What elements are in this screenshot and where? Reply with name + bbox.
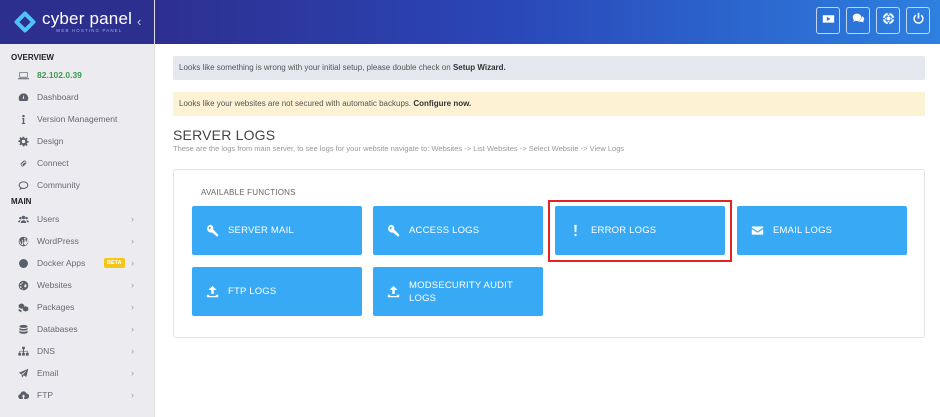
info-icon xyxy=(18,114,29,125)
sidebar-item-ip[interactable]: 82.102.0.39 xyxy=(0,64,154,86)
sidebar-item-label: Packages xyxy=(37,302,75,312)
docker-icon xyxy=(18,258,29,269)
paper-plane-icon xyxy=(18,368,29,379)
sidebar-item-databases[interactable]: Databases › xyxy=(0,318,154,340)
sidebar-collapse-button[interactable]: ‹ xyxy=(137,14,141,29)
logout-button[interactable] xyxy=(906,7,930,34)
sidebar: cyber panel WEB HOSTING PANEL ‹ OVERVIEW… xyxy=(0,0,155,417)
sidebar-item-label: FTP xyxy=(37,390,54,400)
power-icon xyxy=(912,12,925,30)
key-icon xyxy=(386,224,400,238)
sidebar-item-label: Connect xyxy=(37,158,69,168)
sidebar-item-email[interactable]: Email › xyxy=(0,362,154,384)
modsec-line2: LOGS xyxy=(409,292,437,304)
comments-icon xyxy=(18,180,29,191)
life-ring-icon xyxy=(882,12,895,30)
email-logs-button[interactable]: EMAIL LOGS xyxy=(737,206,907,255)
sidebar-item-label: WordPress xyxy=(37,236,79,246)
sidebar-item-label: Design xyxy=(37,136,64,146)
cloud-upload-icon xyxy=(18,390,29,401)
overview-section-label: OVERVIEW xyxy=(11,53,54,62)
envelope-icon xyxy=(750,224,764,238)
sidebar-item-users[interactable]: Users › xyxy=(0,208,154,230)
available-functions-heading: AVAILABLE FUNCTIONS xyxy=(201,188,296,197)
youtube-icon xyxy=(822,12,835,30)
chevron-right-icon: › xyxy=(131,368,134,378)
dashboard-icon xyxy=(18,92,29,103)
backup-warning-text: Looks like your websites are not secured… xyxy=(179,99,414,108)
ftp-logs-label: FTP LOGS xyxy=(228,286,277,297)
comments-icon xyxy=(852,12,865,30)
sidebar-item-label: Email xyxy=(37,368,59,378)
sidebar-item-dns[interactable]: DNS › xyxy=(0,340,154,362)
modsecurity-audit-logs-button[interactable]: MODSECURITY AUDIT LOGS xyxy=(373,267,543,316)
chevron-right-icon: › xyxy=(131,302,134,312)
sidebar-item-community[interactable]: Community xyxy=(0,174,154,196)
chevron-right-icon: › xyxy=(131,214,134,224)
sidebar-item-label: Version Management xyxy=(37,114,118,124)
upload-icon xyxy=(205,285,219,299)
configure-now-link[interactable]: Configure now. xyxy=(413,99,471,108)
sidebar-item-version-management[interactable]: Version Management xyxy=(0,108,154,130)
sidebar-item-design[interactable]: Design xyxy=(0,130,154,152)
globe-icon xyxy=(18,280,29,291)
support-button[interactable] xyxy=(876,7,900,34)
sidebar-item-label: Databases xyxy=(37,324,78,334)
chevron-right-icon: › xyxy=(131,236,134,246)
sidebar-item-websites[interactable]: Websites › xyxy=(0,274,154,296)
cyberpanel-logo-icon xyxy=(13,10,37,34)
gear-icon xyxy=(18,136,29,147)
youtube-button[interactable] xyxy=(816,7,840,34)
upload-icon xyxy=(386,285,400,299)
setup-wizard-link[interactable]: Setup Wizard. xyxy=(453,63,506,72)
sidebar-item-label: Users xyxy=(37,214,60,224)
brand-logo[interactable]: cyber panel WEB HOSTING PANEL ‹ xyxy=(0,0,154,44)
setup-warning-text: Looks like something is wrong with your … xyxy=(179,63,453,72)
sidebar-item-dashboard[interactable]: Dashboard xyxy=(0,86,154,108)
sidebar-item-connect[interactable]: Connect xyxy=(0,152,154,174)
packages-icon xyxy=(18,302,29,313)
beta-badge: BETA xyxy=(104,258,125,268)
ftp-logs-button[interactable]: FTP LOGS xyxy=(192,267,362,316)
backup-warning-alert: Looks like your websites are not secured… xyxy=(173,92,925,116)
modsecurity-audit-logs-label: MODSECURITY AUDIT LOGS xyxy=(409,279,513,305)
brand-tagline: WEB HOSTING PANEL xyxy=(56,28,123,34)
main-section-label: MAIN xyxy=(11,197,32,206)
sidebar-item-label: 82.102.0.39 xyxy=(37,70,82,80)
sidebar-item-label: Dashboard xyxy=(37,92,79,102)
laptop-icon xyxy=(18,70,29,81)
sitemap-icon xyxy=(18,346,29,357)
community-button[interactable] xyxy=(846,7,870,34)
sidebar-item-docker-apps[interactable]: Docker Apps BETA › xyxy=(0,252,154,274)
chevron-right-icon: › xyxy=(131,280,134,290)
sidebar-item-ftp[interactable]: FTP › xyxy=(0,384,154,406)
link-icon xyxy=(18,158,29,169)
sidebar-item-label: Community xyxy=(37,180,80,190)
setup-warning-alert: Looks like something is wrong with your … xyxy=(173,56,925,80)
sidebar-item-label: Docker Apps xyxy=(37,258,86,268)
chevron-right-icon: › xyxy=(131,346,134,356)
sidebar-item-label: DNS xyxy=(37,346,55,356)
sidebar-item-packages[interactable]: Packages › xyxy=(0,296,154,318)
access-logs-button[interactable]: ACCESS LOGS xyxy=(373,206,543,255)
server-mail-label: SERVER MAIL xyxy=(228,225,294,236)
top-bar xyxy=(155,0,940,44)
server-mail-button[interactable]: SERVER MAIL xyxy=(192,206,362,255)
error-logs-highlight-box xyxy=(548,200,732,262)
chevron-right-icon: › xyxy=(131,324,134,334)
modsec-line1: MODSECURITY AUDIT xyxy=(409,279,514,291)
key-icon xyxy=(205,224,219,238)
page-title: SERVER LOGS xyxy=(173,127,276,143)
sidebar-item-label: Websites xyxy=(37,280,72,290)
wordpress-icon xyxy=(18,236,29,247)
brand-name: cyber panel xyxy=(42,9,133,29)
chevron-right-icon: › xyxy=(131,390,134,400)
database-icon xyxy=(18,324,29,335)
access-logs-label: ACCESS LOGS xyxy=(409,225,480,236)
users-icon xyxy=(18,214,29,225)
chevron-right-icon: › xyxy=(131,258,134,268)
page-subtitle: These are the logs from main server, to … xyxy=(173,144,625,153)
sidebar-item-wordpress[interactable]: WordPress › xyxy=(0,230,154,252)
email-logs-label: EMAIL LOGS xyxy=(773,225,833,236)
